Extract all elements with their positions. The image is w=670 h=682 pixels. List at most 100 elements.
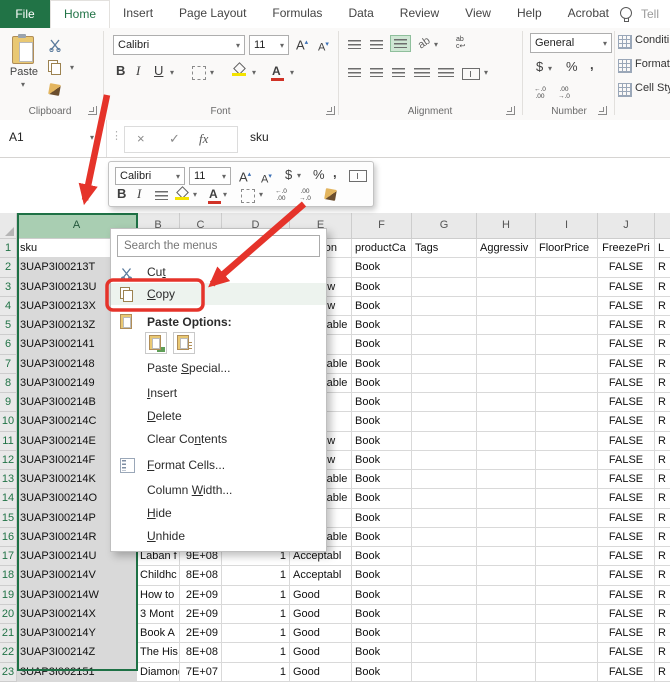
cell-I13[interactable] — [536, 470, 598, 489]
decrease-decimal-icon[interactable]: .00 →.0 — [558, 86, 570, 100]
cell-F8[interactable]: Book — [352, 374, 412, 393]
cell-F20[interactable]: Book — [352, 605, 412, 624]
cell-J4[interactable]: FALSE — [598, 297, 655, 316]
cell-K18[interactable]: R — [655, 566, 670, 585]
tell-me-label[interactable]: Tell — [641, 0, 659, 28]
column-header-F[interactable]: F — [352, 213, 412, 239]
cell-I23[interactable] — [536, 663, 598, 682]
cell-G4[interactable] — [412, 297, 477, 316]
accounting-format-icon[interactable]: $ — [536, 60, 543, 74]
cell-F13[interactable]: Book — [352, 470, 412, 489]
cell-J13[interactable]: FALSE — [598, 470, 655, 489]
cell-H4[interactable] — [477, 297, 536, 316]
orientation-dropdown-arrow[interactable]: ▾ — [434, 40, 438, 49]
cell-D21[interactable]: 1 — [222, 624, 290, 643]
row-header-10[interactable]: 10 — [0, 412, 17, 431]
row-header-5[interactable]: 5 — [0, 316, 17, 335]
cell-K13[interactable]: R — [655, 470, 670, 489]
tab-help[interactable]: Help — [504, 0, 555, 28]
cell-A20[interactable]: 3UAP3I00214X — [17, 605, 137, 624]
cell-K14[interactable]: R — [655, 489, 670, 508]
orientation-icon[interactable]: ab — [415, 34, 433, 52]
cell-I9[interactable] — [536, 393, 598, 412]
cell-F12[interactable]: Book — [352, 451, 412, 470]
tab-insert[interactable]: Insert — [110, 0, 166, 28]
formula-bar-content[interactable]: sku — [250, 130, 269, 144]
cell-I14[interactable] — [536, 489, 598, 508]
mini-increase-decimal-icon[interactable]: ←.0 .00 — [275, 188, 287, 202]
cell-G15[interactable] — [412, 509, 477, 528]
cell-F6[interactable]: Book — [352, 335, 412, 354]
cell-I19[interactable] — [536, 586, 598, 605]
row-header-8[interactable]: 8 — [0, 374, 17, 393]
cell-H23[interactable] — [477, 663, 536, 682]
tab-review[interactable]: Review — [387, 0, 452, 28]
cell-H21[interactable] — [477, 624, 536, 643]
cell-G5[interactable] — [412, 316, 477, 335]
cell-J19[interactable]: FALSE — [598, 586, 655, 605]
align-center-icon[interactable] — [370, 68, 383, 77]
cell-I21[interactable] — [536, 624, 598, 643]
mini-decrease-decimal-icon[interactable]: .00 →.0 — [299, 188, 311, 202]
align-left-icon[interactable] — [348, 68, 361, 77]
tab-home[interactable]: Home — [50, 0, 110, 28]
cell-I7[interactable] — [536, 355, 598, 374]
decrease-font-size-button[interactable]: A▾ — [318, 38, 329, 55]
column-header-I[interactable]: I — [536, 213, 598, 239]
underline-dropdown-arrow[interactable]: ▾ — [170, 68, 174, 77]
alignment-dialog-launcher[interactable] — [506, 106, 515, 115]
cell-C22[interactable]: 8E+08 — [180, 643, 222, 662]
cell-I22[interactable] — [536, 643, 598, 662]
cell-J23[interactable]: FALSE — [598, 663, 655, 682]
cell-H1[interactable]: Aggressiv — [477, 239, 536, 258]
column-header-J[interactable]: J — [598, 213, 655, 239]
font-color-dropdown-arrow[interactable]: ▾ — [290, 68, 294, 77]
cell-C20[interactable]: 2E+09 — [180, 605, 222, 624]
menu-item-insert[interactable]: Insert — [111, 382, 326, 404]
italic-button[interactable]: I — [136, 64, 140, 78]
mini-borders-icon[interactable] — [241, 189, 255, 203]
cell-K8[interactable]: R — [655, 374, 670, 393]
cell-I12[interactable] — [536, 451, 598, 470]
cell-B21[interactable]: Book A — [137, 624, 180, 643]
cell-F3[interactable]: Book — [352, 278, 412, 297]
cell-F14[interactable]: Book — [352, 489, 412, 508]
cell-J18[interactable]: FALSE — [598, 566, 655, 585]
cell-J3[interactable]: FALSE — [598, 278, 655, 297]
cell-H10[interactable] — [477, 412, 536, 431]
format-painter-icon[interactable] — [48, 83, 61, 96]
merge-dropdown-arrow[interactable]: ▾ — [484, 68, 488, 77]
tab-page-layout[interactable]: Page Layout — [166, 0, 259, 28]
cell-E23[interactable]: Good — [290, 663, 352, 682]
cell-G7[interactable] — [412, 355, 477, 374]
cell-H14[interactable] — [477, 489, 536, 508]
cell-K5[interactable]: R — [655, 316, 670, 335]
font-name-combo[interactable]: Calibri▾ — [113, 35, 245, 55]
mini-font-color-dropdown[interactable]: ▾ — [223, 190, 227, 199]
cell-J2[interactable]: FALSE — [598, 258, 655, 277]
fill-color-icon[interactable] — [232, 64, 246, 76]
cell-H2[interactable] — [477, 258, 536, 277]
tab-formulas[interactable]: Formulas — [259, 0, 335, 28]
row-header-21[interactable]: 21 — [0, 624, 17, 643]
mini-comma-icon[interactable]: , — [333, 166, 337, 180]
cell-J20[interactable]: FALSE — [598, 605, 655, 624]
cell-I20[interactable] — [536, 605, 598, 624]
cell-K15[interactable]: R — [655, 509, 670, 528]
cell-H18[interactable] — [477, 566, 536, 585]
cell-G22[interactable] — [412, 643, 477, 662]
menu-item-column-width[interactable]: Column Width... — [111, 479, 326, 501]
cell-I2[interactable] — [536, 258, 598, 277]
copy-icon[interactable] — [48, 60, 60, 73]
cell-C19[interactable]: 2E+09 — [180, 586, 222, 605]
menu-item-paste-buttons[interactable] — [111, 331, 326, 353]
cell-F18[interactable]: Book — [352, 566, 412, 585]
row-header-12[interactable]: 12 — [0, 451, 17, 470]
enter-icon[interactable]: ✓ — [169, 131, 180, 147]
cell-I1[interactable]: FloorPrice — [536, 239, 598, 258]
cell-J10[interactable]: FALSE — [598, 412, 655, 431]
cell-I15[interactable] — [536, 509, 598, 528]
cell-E18[interactable]: Acceptabl — [290, 566, 352, 585]
copy-dropdown-arrow[interactable]: ▾ — [70, 63, 74, 72]
menu-item-unhide[interactable]: Unhide — [111, 525, 326, 547]
